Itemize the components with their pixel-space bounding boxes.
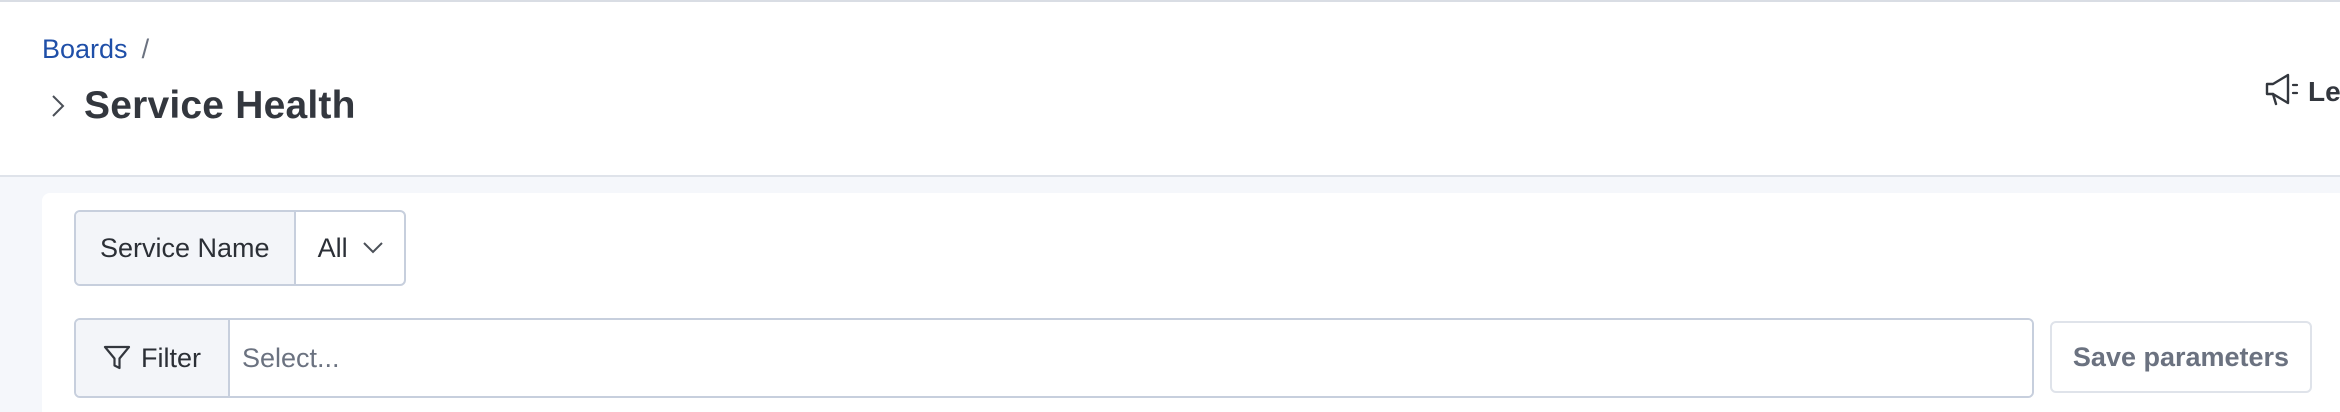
chevron-right-icon[interactable]: [48, 89, 68, 123]
title-row: Service Health: [48, 84, 356, 128]
announcement-button[interactable]: Le: [2264, 72, 2340, 111]
announcement-label: Le: [2308, 75, 2340, 107]
page-title: Service Health: [84, 84, 356, 127]
chevron-down-icon: [362, 241, 384, 255]
megaphone-icon: [2264, 72, 2300, 111]
service-name-value: All: [317, 232, 348, 263]
service-name-parameter: Service Name All: [74, 210, 406, 286]
filter-button[interactable]: Filter: [76, 320, 230, 396]
save-parameters-button[interactable]: Save parameters: [2050, 321, 2312, 393]
breadcrumb-separator: /: [141, 34, 150, 64]
filter-bar: Filter: [74, 318, 2034, 398]
breadcrumb: Boards /: [42, 34, 149, 65]
filter-input[interactable]: [230, 320, 2032, 396]
service-name-label: Service Name: [76, 212, 296, 284]
parameters-panel: Service Name All Filter Save parameters: [42, 193, 2340, 412]
breadcrumb-boards-link[interactable]: Boards: [42, 34, 128, 65]
funnel-icon: [103, 344, 131, 372]
board-header: Boards / Service Health Le: [0, 2, 2340, 177]
filter-label: Filter: [141, 342, 201, 373]
service-name-select[interactable]: All: [296, 212, 404, 284]
